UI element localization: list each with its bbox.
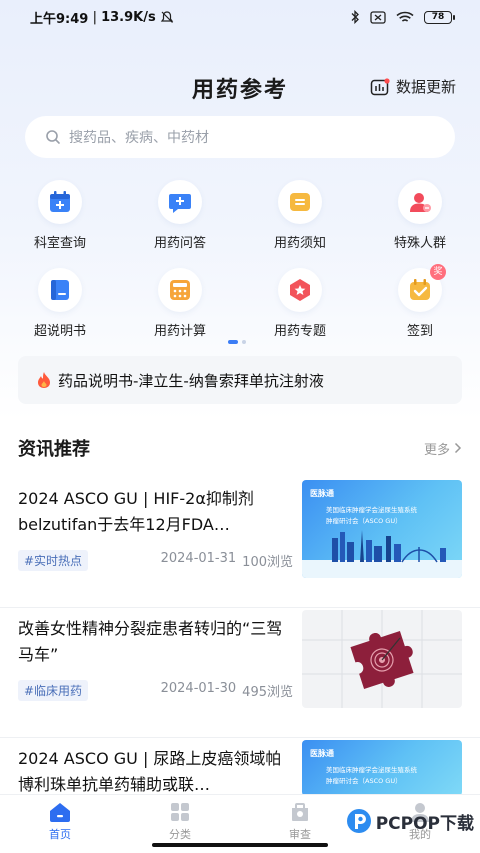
grid-icon: [171, 803, 189, 821]
pcpop-watermark: PCPOP下载: [346, 808, 474, 834]
news-item-title: 2024 ASCO GU | 尿路上皮癌领域帕博利珠单抗单药辅助或联…: [18, 749, 282, 794]
fire-icon: [38, 372, 50, 388]
pager-dot-active: [228, 340, 238, 344]
pager-dots: [228, 340, 246, 344]
status-separator: |: [92, 9, 98, 25]
chat-plus-icon: [158, 180, 202, 224]
book-icon: [38, 268, 82, 312]
status-time: 上午9:49: [30, 11, 89, 27]
news-date: 2024-01-31: [160, 551, 237, 566]
review-icon: [292, 803, 308, 821]
news-section-header: 资讯推荐 更多: [18, 433, 462, 463]
mute-icon: [160, 11, 173, 23]
asco-cityscape-image: 医脉通 美国临床肿瘤学会泌尿生殖系统 肿瘤研讨会（ASCO GU）: [302, 488, 462, 578]
news-date: 2024-01-30: [160, 681, 237, 696]
thumb-line2: 肿瘤研讨会（ASCO GU）: [326, 516, 402, 525]
search-input[interactable]: 搜药品、疾病、中药材: [25, 116, 455, 158]
checkin-icon: 奖: [398, 264, 446, 312]
chart-update-icon: [370, 77, 390, 95]
calendar-plus-icon: [38, 180, 82, 224]
hot-drug-banner[interactable]: 药品说明书-津立生-纳鲁索拜单抗注射液: [18, 356, 462, 404]
news-thumbnail-puzzle: [302, 610, 462, 708]
more-link[interactable]: 更多: [424, 439, 462, 458]
header: 用药参考 数据更新: [0, 64, 480, 108]
thumb-brand: 医脉通: [310, 488, 334, 498]
grid-label: 用药计算: [153, 324, 206, 339]
notice-icon: [278, 180, 322, 224]
grid-label: 签到: [406, 324, 433, 339]
wifi-icon: [396, 11, 414, 22]
search-placeholder: 搜药品、疾病、中药材: [69, 130, 209, 146]
tab-label: 分类: [169, 828, 191, 841]
grid-item-off-label[interactable]: 超说明书: [0, 268, 120, 356]
grid-item-check-in[interactable]: 奖 签到: [360, 264, 480, 356]
status-left: 上午9:49 | 13.9K/s: [30, 8, 174, 27]
more-label: 更多: [423, 442, 450, 458]
reward-badge: 奖: [430, 264, 446, 280]
function-grid-row: 科室查询 用药问答 用药须知 特殊人群: [0, 180, 480, 268]
news-item[interactable]: 改善女性精神分裂症患者转归的“三驾马车” #临床用药 2024-01-30 49…: [0, 608, 480, 738]
news-item[interactable]: 2024 ASCO GU | HIF-2α抑制剂belzutifan于去年12月…: [0, 478, 480, 608]
bluetooth-icon: [351, 10, 359, 24]
data-update-label: 数据更新: [395, 78, 456, 96]
chevron-right-icon: [454, 442, 462, 454]
home-icon: [50, 803, 70, 822]
search-icon: [46, 130, 60, 144]
home-indicator: [152, 843, 328, 847]
grid-item-medication-qa[interactable]: 用药问答: [120, 180, 240, 268]
thumb-line1: 美国临床肿瘤学会泌尿生殖系统: [326, 505, 418, 514]
news-item-title: 改善女性精神分裂症患者转归的“三驾马车”: [18, 619, 283, 664]
news-item-meta: #临床用药 2024-01-30 495浏览: [18, 680, 293, 701]
puzzle-image: [302, 610, 462, 708]
asco-banner-image: 医脉通 美国临床肿瘤学会泌尿生殖系统 肿瘤研讨会（ASCO GU）: [310, 748, 418, 785]
news-meta-right: 2024-01-31 100浏览: [161, 551, 293, 570]
grid-item-department-query[interactable]: 科室查询: [0, 180, 120, 268]
banner-text: 药品说明书-津立生-纳鲁索拜单抗注射液: [58, 371, 324, 390]
news-meta-right: 2024-01-30 495浏览: [161, 681, 293, 700]
thumb-brand: 医脉通: [310, 748, 334, 758]
news-views: 100浏览: [242, 555, 293, 570]
thumb-line2: 肿瘤研讨会（ASCO GU）: [326, 776, 402, 785]
watermark-text: PCPOP下载: [375, 813, 474, 834]
status-bar: 上午9:49 | 13.9K/s 78: [0, 0, 480, 34]
grid-label: 科室查询: [33, 236, 86, 251]
news-tag[interactable]: #实时热点: [18, 550, 89, 571]
tab-label: 首页: [49, 828, 71, 841]
status-right: 78: [350, 10, 455, 24]
calculator-icon: [158, 268, 202, 312]
news-tag[interactable]: #临床用药: [18, 680, 89, 701]
news-item-title: 2024 ASCO GU | HIF-2α抑制剂belzutifan于去年12月…: [18, 489, 254, 534]
person-icon: [398, 180, 442, 224]
grid-label: 用药须知: [273, 236, 326, 251]
grid-item-dosage-calculator[interactable]: 用药计算: [120, 268, 240, 356]
grid-label: 特殊人群: [393, 236, 446, 251]
news-views: 495浏览: [242, 685, 293, 700]
data-update-button[interactable]: 数据更新: [370, 76, 456, 97]
tab-label: 审查: [289, 828, 311, 841]
grid-item-special-population[interactable]: 特殊人群: [360, 180, 480, 268]
pager-dot: [242, 340, 246, 344]
grid-label: 用药问答: [153, 236, 206, 251]
tab-home[interactable]: 首页: [0, 795, 120, 853]
sim-off-icon: [370, 10, 386, 24]
topic-icon: [278, 268, 322, 312]
grid-item-medication-notice[interactable]: 用药须知: [240, 180, 360, 268]
pcpop-logo-icon: [346, 809, 371, 833]
thumb-line1: 美国临床肿瘤学会泌尿生殖系统: [326, 765, 418, 774]
battery-indicator: 78: [424, 10, 455, 24]
news-section-title: 资讯推荐: [18, 439, 90, 460]
status-net-speed: 13.9K/s: [101, 9, 156, 25]
grid-item-medication-topics[interactable]: 用药专题: [240, 268, 360, 356]
function-grid: 科室查询 用药问答 用药须知 特殊人群 超说明书 用药计算 用药专题 奖 签到: [0, 180, 480, 356]
news-thumbnail-asco: 医脉通 美国临床肿瘤学会泌尿生殖系统 肿瘤研讨会（ASCO GU）: [302, 740, 462, 796]
news-thumbnail-asco: 医脉通 美国临床肿瘤学会泌尿生殖系统 肿瘤研讨会（ASCO GU）: [302, 480, 462, 578]
news-item-meta: #实时热点 2024-01-31 100浏览: [18, 550, 293, 571]
grid-label: 超说明书: [33, 324, 86, 339]
grid-label: 用药专题: [273, 324, 326, 339]
